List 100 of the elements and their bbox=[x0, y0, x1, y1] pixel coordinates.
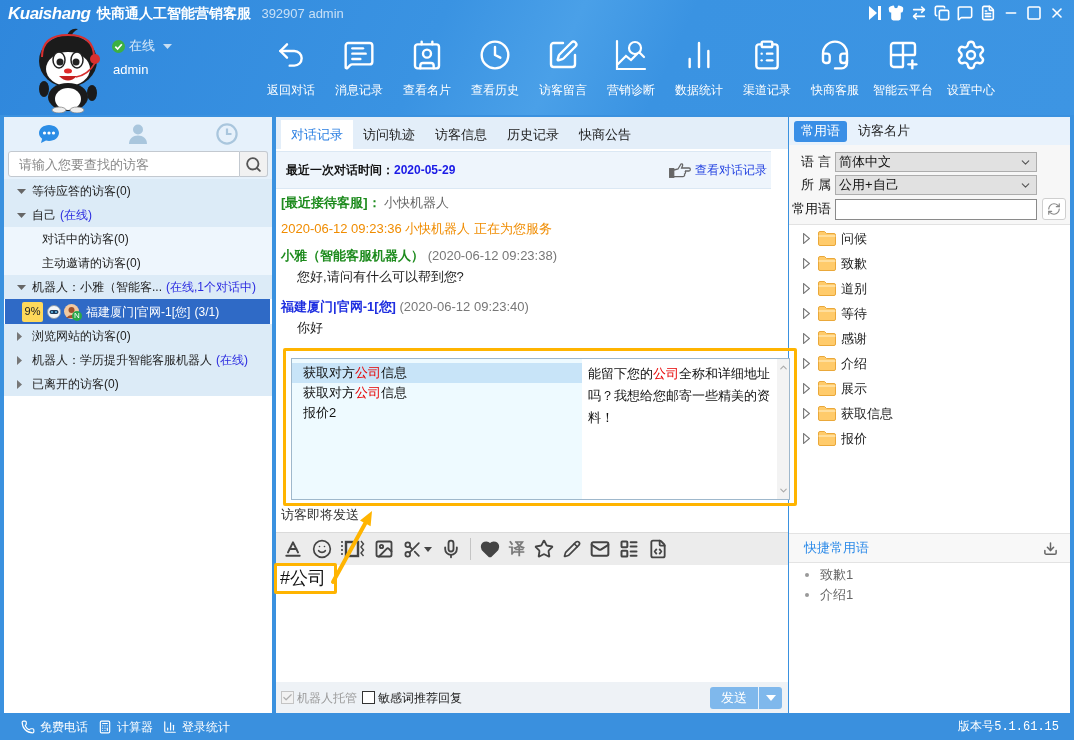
caret-right-icon[interactable] bbox=[803, 283, 810, 294]
folder-item[interactable]: 感谢 bbox=[789, 326, 1070, 351]
caret-right-icon[interactable] bbox=[803, 383, 810, 394]
microphone-icon[interactable] bbox=[441, 539, 461, 559]
step-forward-icon[interactable] bbox=[869, 6, 881, 20]
folder-icon bbox=[818, 356, 836, 371]
checkbox-option[interactable]: 敏感词推荐回复 bbox=[362, 688, 462, 707]
dropdown-field[interactable]: 公用+自己 bbox=[835, 175, 1037, 195]
tab[interactable]: 快商公告 bbox=[569, 120, 641, 149]
star-icon[interactable] bbox=[534, 539, 554, 559]
field-label: 所 属 bbox=[800, 176, 831, 195]
app-title: 快商通人工智能营销客服 bbox=[97, 6, 252, 20]
folder-item[interactable]: 道别 bbox=[789, 276, 1070, 301]
caret-right-icon[interactable] bbox=[803, 358, 810, 369]
folder-item[interactable]: 问候 bbox=[789, 226, 1070, 251]
caret-right-icon[interactable] bbox=[803, 333, 810, 344]
message-input[interactable]: #公司 bbox=[276, 565, 788, 682]
refresh-icon bbox=[1047, 202, 1061, 216]
version-label: 版本号5.1.61.15 bbox=[958, 718, 1059, 736]
tree-group-item[interactable]: 浏览网站的访客(0) bbox=[4, 324, 272, 348]
suggestion-item[interactable]: 报价2 bbox=[292, 403, 582, 423]
tab[interactable]: 访问轨迹 bbox=[353, 120, 425, 149]
code-file-icon[interactable] bbox=[648, 539, 668, 559]
checkbox[interactable] bbox=[362, 691, 375, 704]
tree-item[interactable]: 对话中的访客(0) bbox=[4, 227, 272, 251]
maximize-icon[interactable] bbox=[1026, 5, 1042, 21]
tab[interactable]: 访客信息 bbox=[425, 120, 497, 149]
caret-right-icon[interactable] bbox=[17, 379, 22, 389]
tree-group-item[interactable]: 机器人：学历提升智能客服机器人 (在线) bbox=[4, 348, 272, 372]
chart-search-icon bbox=[615, 39, 647, 71]
caret-right-icon[interactable] bbox=[803, 308, 810, 319]
translate-button[interactable]: 译 bbox=[509, 541, 525, 557]
tab[interactable]: 访客名片 bbox=[851, 120, 917, 142]
search-field[interactable]: 请输入您要查找的访客 bbox=[8, 151, 240, 177]
tab[interactable]: 对话记录 bbox=[281, 120, 353, 149]
folder-icon bbox=[818, 231, 836, 246]
caret-right-icon[interactable] bbox=[803, 258, 810, 269]
scissors-icon[interactable] bbox=[403, 539, 422, 559]
folder-icon bbox=[818, 331, 836, 346]
close-icon[interactable] bbox=[1049, 5, 1065, 21]
chat-bubble-icon[interactable] bbox=[957, 5, 973, 21]
caret-right-icon[interactable] bbox=[17, 355, 22, 365]
tree-group-item[interactable]: 等待应答的访客(0) bbox=[4, 179, 272, 203]
screen-capture-icon[interactable] bbox=[341, 539, 365, 559]
caret-right-icon[interactable] bbox=[803, 233, 810, 244]
caret-right-icon[interactable] bbox=[803, 433, 810, 444]
folder-icon bbox=[818, 431, 836, 446]
suggestion-item[interactable]: 获取对方公司信息 bbox=[292, 363, 582, 383]
tree-item[interactable]: 主动邀请的访客(0) bbox=[4, 251, 272, 275]
dropdown-field[interactable]: 简体中文 bbox=[835, 152, 1037, 172]
visitor-item[interactable]: 9% N 福建厦门|官网-1[您] (3/1) bbox=[5, 299, 270, 324]
suggestion-preview: 能留下您的公司全称和详细地址吗？我想给您邮寄一些精美的资料！ bbox=[587, 365, 771, 427]
logo: Kuaishang bbox=[8, 4, 91, 22]
caret-right-icon[interactable] bbox=[17, 331, 22, 341]
font-icon[interactable] bbox=[283, 539, 303, 559]
bar-chart-icon bbox=[163, 719, 177, 734]
highlight-frame bbox=[274, 563, 337, 594]
tree-group-item[interactable]: 已离开的访客(0) bbox=[4, 372, 272, 396]
tab[interactable]: 历史记录 bbox=[497, 120, 569, 149]
swap-arrows-icon[interactable] bbox=[911, 5, 927, 21]
chat-bubble-icon bbox=[37, 123, 60, 144]
folder-icon bbox=[818, 381, 836, 396]
smiley-icon[interactable] bbox=[312, 539, 332, 559]
typing-status: 访客即将发送 bbox=[281, 507, 359, 523]
heart-icon[interactable] bbox=[480, 539, 500, 559]
quick-phrase-item[interactable]: 致歉1 bbox=[789, 565, 854, 585]
view-history-link[interactable]: 查看对话记录 bbox=[669, 161, 767, 179]
suggestion-item[interactable]: 获取对方公司信息 bbox=[292, 383, 582, 403]
folder-item[interactable]: 致歉 bbox=[789, 251, 1070, 276]
pen-icon[interactable] bbox=[563, 540, 581, 558]
list-icon[interactable] bbox=[619, 539, 639, 559]
new-badge: N bbox=[72, 311, 82, 321]
caret-down-icon[interactable] bbox=[424, 546, 432, 552]
folder-item[interactable]: 等待 bbox=[789, 301, 1070, 326]
folder-icon bbox=[818, 406, 836, 421]
clock-icon bbox=[216, 122, 239, 145]
message-header: 小雅（智能客服机器人） (2020-06-12 09:23:38) bbox=[281, 247, 557, 265]
user-name: admin bbox=[113, 62, 149, 78]
search-button[interactable] bbox=[240, 151, 268, 177]
account-label: 392907 admin bbox=[261, 6, 344, 20]
caret-down-icon[interactable] bbox=[17, 212, 26, 218]
percent-badge: 9% bbox=[22, 301, 43, 322]
caret-down-icon[interactable] bbox=[17, 188, 26, 194]
image-icon[interactable] bbox=[374, 539, 394, 559]
id-card-icon bbox=[411, 39, 443, 71]
document-icon[interactable] bbox=[980, 5, 996, 21]
tree-group-item[interactable]: 自己 (在线) bbox=[4, 203, 272, 227]
field-label: 常用语 bbox=[791, 200, 831, 219]
quick-phrase-item[interactable]: 介绍1 bbox=[789, 585, 854, 605]
caret-down-icon[interactable] bbox=[17, 284, 26, 290]
shirt-icon[interactable] bbox=[888, 5, 904, 21]
download-icon[interactable] bbox=[1043, 540, 1058, 556]
phrase-search-field[interactable] bbox=[835, 198, 1037, 220]
refresh-button[interactable] bbox=[1042, 198, 1066, 220]
receptionist-note: [最近接待客服]： 小快机器人 bbox=[281, 194, 450, 212]
tree-group-item[interactable]: 机器人：小雅（智能客... (在线,1个对话中) bbox=[4, 275, 272, 299]
copy-icon[interactable] bbox=[934, 5, 950, 21]
caret-down-icon bbox=[765, 694, 776, 701]
caret-right-icon[interactable] bbox=[803, 408, 810, 419]
envelope-icon[interactable] bbox=[590, 539, 610, 559]
